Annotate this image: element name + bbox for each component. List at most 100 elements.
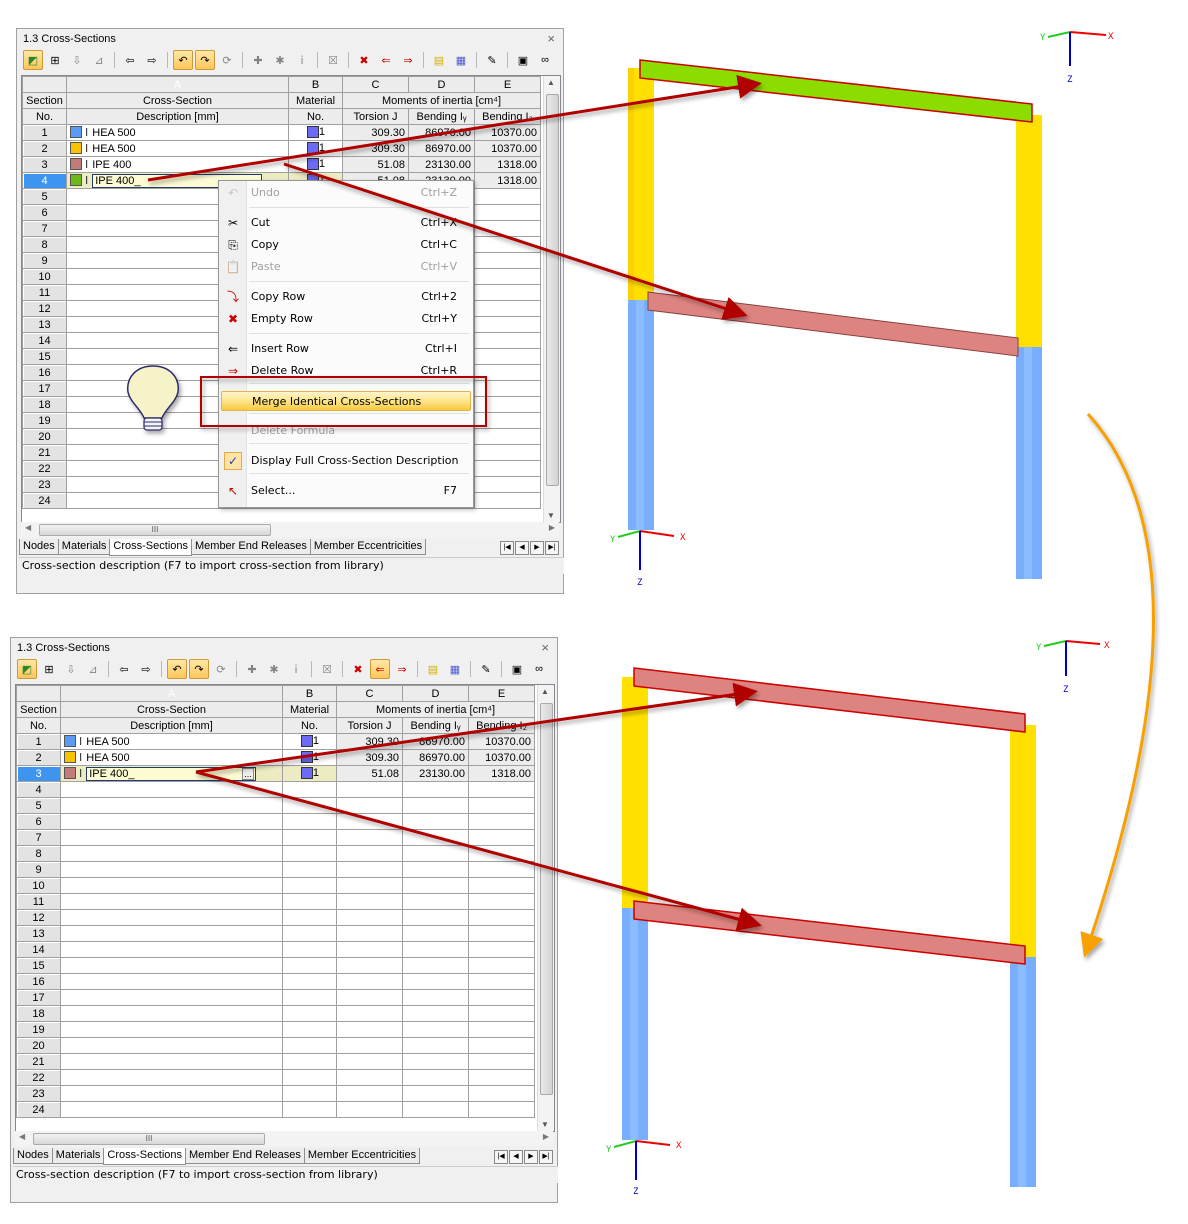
row-number[interactable]: 24 (16, 1101, 61, 1118)
empty-cell[interactable] (60, 861, 283, 878)
empty-cell[interactable] (282, 1021, 337, 1038)
insert-row-tb-icon[interactable]: ⇐ (370, 659, 390, 679)
empty-cell[interactable] (474, 492, 541, 509)
cross-section-cell[interactable]: I IPE 400_... (60, 765, 283, 782)
table-row[interactable]: 2 I HEA 500 1 309.30 86970.00 10370.00 (22, 140, 541, 157)
tab-nodes[interactable]: Nodes (13, 1148, 53, 1164)
info-icon[interactable]: ⅰ (286, 659, 306, 679)
empty-cell[interactable] (474, 332, 541, 349)
empty-cell[interactable] (402, 925, 469, 942)
row-number[interactable]: 17 (16, 989, 61, 1006)
menu-item-cut[interactable]: ✂ Cut Ctrl+X (221, 213, 471, 233)
material-cell[interactable]: 1 (282, 733, 337, 750)
empty-cell[interactable] (282, 845, 337, 862)
next-table-icon[interactable]: ⇨ (136, 659, 156, 679)
row-number[interactable]: 2 (22, 140, 67, 157)
row-number[interactable]: 6 (16, 813, 61, 830)
empty-cell[interactable] (336, 893, 403, 910)
star-icon[interactable]: ✱ (264, 659, 284, 679)
empty-cell[interactable] (402, 845, 469, 862)
empty-cell[interactable] (60, 1037, 283, 1054)
row-number[interactable]: 10 (16, 877, 61, 894)
bending-iz-cell[interactable]: 1318.00 (468, 765, 535, 782)
empty-cell[interactable] (60, 781, 283, 798)
empty-cell[interactable] (60, 973, 283, 990)
row-number[interactable]: 17 (22, 380, 67, 397)
empty-cell[interactable] (402, 797, 469, 814)
empty-cell[interactable] (402, 1069, 469, 1086)
row-number[interactable]: 23 (16, 1085, 61, 1102)
graph-icon[interactable]: ⊿ (83, 659, 103, 679)
glasses-icon[interactable]: ∞ (535, 50, 555, 70)
empty-cell[interactable] (474, 412, 541, 429)
torsion-cell[interactable]: 309.30 (336, 749, 403, 766)
column-header-c[interactable]: C (342, 76, 409, 93)
empty-cell[interactable] (402, 973, 469, 990)
row-number[interactable]: 15 (22, 348, 67, 365)
bending-iz-cell[interactable]: 1318.00 (474, 156, 541, 173)
row-number[interactable]: 5 (22, 188, 67, 205)
last-tab-button[interactable]: ▶| (545, 541, 559, 555)
empty-cell[interactable] (468, 829, 535, 846)
bending-iy-cell[interactable]: 86970.00 (408, 124, 475, 141)
row-number[interactable]: 11 (16, 893, 61, 910)
menu-item-select[interactable]: ↖ Select... F7 (221, 481, 471, 501)
table-row-empty[interactable]: 7 (16, 829, 535, 846)
first-tab-button[interactable]: |◀ (500, 541, 514, 555)
empty-cell[interactable] (474, 476, 541, 493)
table-row-empty[interactable]: 23 (16, 1085, 535, 1102)
empty-cell[interactable] (402, 909, 469, 926)
row-number[interactable]: 10 (22, 268, 67, 285)
vertical-scrollbar[interactable]: ▲ ▼ (543, 76, 560, 522)
empty-cell[interactable] (282, 957, 337, 974)
material-cell[interactable]: 1 (282, 765, 337, 782)
table-row-empty[interactable]: 24 (16, 1101, 535, 1118)
empty-cell[interactable] (60, 813, 283, 830)
empty-cell[interactable] (474, 268, 541, 285)
menu-item-insert-row[interactable]: ⇐ Insert Row Ctrl+I (221, 339, 471, 359)
bending-iy-cell[interactable]: 86970.00 (402, 733, 469, 750)
menu-item-delete-row[interactable]: ⇒ Delete Row Ctrl+R (221, 361, 471, 381)
row-number[interactable]: 3 (22, 156, 67, 173)
horizontal-scrollbar[interactable]: ◀ III ▶ (15, 1131, 553, 1146)
cross-section-cell[interactable]: I HEA 500 (60, 733, 283, 750)
empty-cell[interactable] (282, 813, 337, 830)
table-row[interactable]: 1 I HEA 500 1 309.30 86970.00 10370.00 (22, 124, 541, 141)
prev-table-icon[interactable]: ⇦ (120, 50, 140, 70)
x-box-icon[interactable]: ☒ (317, 659, 337, 679)
empty-cell[interactable] (474, 396, 541, 413)
delete-row-arrow-icon[interactable]: ⇒ (398, 50, 418, 70)
menu-item-display-full-cross-section-description[interactable]: ✓ Display Full Cross-Section Description (221, 451, 471, 471)
empty-cell[interactable] (468, 877, 535, 894)
empty-cell[interactable] (336, 1053, 403, 1070)
scroll-thumb[interactable]: III (39, 524, 271, 536)
cross-section-cell[interactable]: I HEA 500 (66, 124, 289, 141)
table-blue-icon[interactable]: ▦ (445, 659, 465, 679)
row-number[interactable]: 7 (16, 829, 61, 846)
table-row-empty[interactable]: 11 (16, 893, 535, 910)
empty-cell[interactable] (60, 1053, 283, 1070)
row-number[interactable]: 11 (22, 284, 67, 301)
empty-cell[interactable] (474, 204, 541, 221)
row-number[interactable]: 3 (16, 765, 61, 782)
empty-cell[interactable] (336, 1101, 403, 1118)
empty-cell[interactable] (282, 941, 337, 958)
empty-cell[interactable] (402, 813, 469, 830)
glasses-icon[interactable]: ∞ (529, 659, 549, 679)
refresh-icon[interactable]: ⟳ (217, 50, 237, 70)
empty-cell[interactable] (336, 941, 403, 958)
empty-cell[interactable] (402, 781, 469, 798)
tab-nodes[interactable]: Nodes (19, 539, 59, 555)
empty-cell[interactable] (474, 460, 541, 477)
empty-cell[interactable] (60, 909, 283, 926)
row-number[interactable]: 1 (22, 124, 67, 141)
row-number[interactable]: 18 (16, 1005, 61, 1022)
table-blue-icon[interactable]: ▦ (451, 50, 471, 70)
torsion-cell[interactable]: 51.08 (336, 765, 403, 782)
undo-curve-icon[interactable]: ↶ (173, 50, 193, 70)
table-row[interactable]: 3 I IPE 400 1 51.08 23130.00 1318.00 (22, 156, 541, 173)
empty-cell[interactable] (474, 300, 541, 317)
empty-cell[interactable] (336, 989, 403, 1006)
close-icon[interactable]: × (541, 640, 549, 655)
table-row-empty[interactable]: 22 (16, 1069, 535, 1086)
